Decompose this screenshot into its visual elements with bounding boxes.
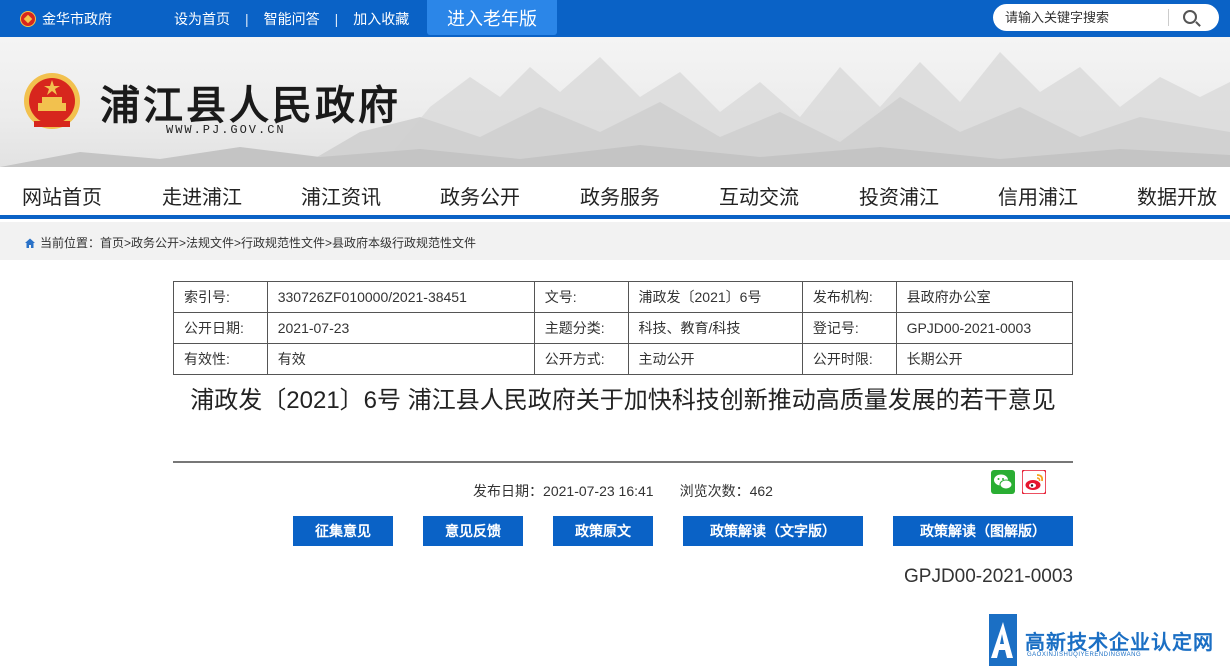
meta-value: 科技、教育/科技 [627, 312, 803, 344]
meta-key: 公开日期: [173, 312, 268, 344]
add-favorite-link[interactable]: 加入收藏 [353, 9, 409, 29]
publish-info: 发布日期：2021-07-23 16:41 浏览次数：462 [173, 481, 1073, 501]
watermark-logo-icon [989, 614, 1017, 666]
title-divider [173, 461, 1073, 463]
national-emblem-icon [20, 11, 36, 27]
national-emblem-icon [24, 73, 80, 129]
jinhua-gov-label: 金华市政府 [42, 11, 112, 27]
set-homepage-link[interactable]: 设为首页 [174, 9, 230, 29]
separator: | [334, 11, 339, 27]
wechat-share-icon[interactable] [991, 470, 1015, 494]
nav-gov-services[interactable]: 政务服务 [580, 181, 660, 210]
meta-value: 县政府办公室 [895, 281, 1074, 313]
meta-value: 浦政发〔2021〕6号 [627, 281, 803, 313]
breadcrumb-bar: 当前位置： 首页>政务公开>法规文件>行政规范性文件>县政府本级行政规范性文件 [0, 222, 1230, 260]
home-icon [24, 237, 36, 249]
table-row: 公开日期: 2021-07-23 主题分类: 科技、教育/科技 登记号: GPJ… [173, 312, 1074, 344]
policy-graphic-interpretation-button[interactable]: 政策解读（图解版） [893, 516, 1073, 546]
publish-date: 发布日期：2021-07-23 16:41 [473, 483, 654, 499]
watermark-subtext: GAOXINJISHUQIYERENDINGWANG [1027, 652, 1142, 658]
policy-text-interpretation-button[interactable]: 政策解读（文字版） [683, 516, 863, 546]
meta-key: 主题分类: [533, 312, 629, 344]
meta-value: GPJD00-2021-0003 [895, 312, 1074, 344]
search-icon[interactable] [1183, 10, 1197, 24]
table-row: 有效性: 有效 公开方式: 主动公开 公开时限: 长期公开 [173, 343, 1074, 375]
policy-original-button[interactable]: 政策原文 [553, 516, 653, 546]
meta-key: 公开时限: [801, 343, 897, 375]
breadcrumb: 当前位置： 首页>政务公开>法规文件>行政规范性文件>县政府本级行政规范性文件 [24, 234, 476, 251]
document-meta-table: 索引号: 330726ZF010000/2021-38451 文号: 浦政发〔2… [173, 281, 1074, 375]
meta-key: 文号: [533, 281, 629, 313]
site-url: WWW.PJ.GOV.CN [166, 123, 286, 137]
meta-value: 有效 [266, 343, 535, 375]
table-row: 索引号: 330726ZF010000/2021-38451 文号: 浦政发〔2… [173, 281, 1074, 313]
meta-value: 主动公开 [627, 343, 803, 375]
nav-credit[interactable]: 信用浦江 [998, 181, 1078, 210]
separator: | [245, 11, 249, 27]
watermark-text: 高新技术企业认定网 [1025, 632, 1214, 654]
search-divider [1168, 9, 1169, 26]
meta-key: 索引号: [173, 281, 268, 313]
breadcrumb-prefix: 当前位置： [40, 236, 101, 250]
main-nav: 网站首页 走进浦江 浦江资讯 政务公开 政务服务 互动交流 投资浦江 信用浦江 … [0, 167, 1230, 219]
collect-opinions-button[interactable]: 征集意见 [293, 516, 393, 546]
watermark: 高新技术企业认定网 GAOXINJISHUQIYERENDINGWANG [985, 614, 1230, 666]
meta-value: 长期公开 [895, 343, 1074, 375]
top-bar: 金华市政府 设为首页 | 智能问答 | 加入收藏 进入老年版 [0, 0, 1230, 37]
nav-open-data[interactable]: 数据开放 [1137, 181, 1217, 210]
view-count: 浏览次数：462 [679, 483, 773, 499]
meta-key: 公开方式: [533, 343, 629, 375]
search-box [993, 4, 1219, 31]
nav-news[interactable]: 浦江资讯 [301, 181, 381, 210]
nav-interaction[interactable]: 互动交流 [719, 181, 799, 210]
nav-home[interactable]: 网站首页 [22, 181, 102, 210]
elder-mode-button[interactable]: 进入老年版 [427, 0, 557, 35]
meta-key: 登记号: [801, 312, 897, 344]
weibo-share-icon[interactable] [1022, 470, 1046, 494]
search-input[interactable] [1005, 10, 1175, 25]
nav-about-pujiang[interactable]: 走进浦江 [162, 181, 242, 210]
feedback-button[interactable]: 意见反馈 [423, 516, 523, 546]
top-links: 设为首页 | 智能问答 | 加入收藏 [174, 9, 409, 29]
nav-investment[interactable]: 投资浦江 [859, 181, 939, 210]
meta-key: 有效性: [173, 343, 268, 375]
header-banner: 浦江县人民政府 WWW.PJ.GOV.CN [0, 37, 1230, 167]
meta-value: 2021-07-23 [266, 312, 535, 344]
meta-key: 发布机构: [801, 281, 897, 313]
document-title: 浦政发〔2021〕6号 浦江县人民政府关于加快科技创新推动高质量发展的若干意见 [190, 387, 1056, 414]
jinhua-gov-link[interactable]: 金华市政府 [20, 9, 112, 29]
nav-gov-affairs[interactable]: 政务公开 [440, 181, 520, 210]
breadcrumb-path[interactable]: 首页>政务公开>法规文件>行政规范性文件>县政府本级行政规范性文件 [100, 234, 476, 251]
registration-number: GPJD00-2021-0003 [904, 566, 1073, 587]
smart-qa-link[interactable]: 智能问答 [264, 9, 320, 29]
meta-value: 330726ZF010000/2021-38451 [266, 281, 535, 313]
